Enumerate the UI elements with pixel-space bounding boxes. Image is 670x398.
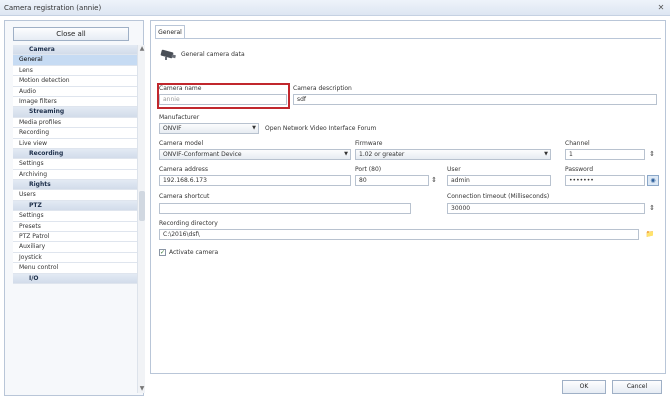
folder-browse-icon[interactable]: 📁 [643, 229, 657, 240]
manufacturer-label: Manufacturer [159, 114, 200, 121]
activate-camera-checkbox[interactable]: ✓ [159, 249, 166, 256]
title-bar: Camera registration (annie) ✕ [0, 0, 670, 16]
recording-directory-label: Recording directory [159, 220, 218, 227]
camera-icon [160, 49, 176, 60]
channel-stepper-icon[interactable]: ⇕ [648, 149, 656, 160]
sidebar-section-header[interactable]: Recording [13, 148, 137, 160]
firmware-select[interactable]: 1.02 or greater ▼ [355, 149, 551, 160]
sidebar-item[interactable]: Joystick [13, 252, 137, 264]
sidebar-section-header[interactable]: Rights [13, 180, 137, 191]
scroll-down-icon[interactable]: ▼ [138, 385, 146, 393]
manufacturer-value: ONVIF [163, 125, 182, 132]
chevron-down-icon: ▼ [544, 151, 548, 157]
section-title: General camera data [181, 51, 245, 58]
sidebar-section-header[interactable]: Camera [13, 45, 137, 56]
sidebar-item[interactable]: General [13, 55, 137, 66]
timeout-label: Connection timeout (Milliseconds) [447, 193, 550, 200]
camera-address-field[interactable]: 192.168.6.173 [159, 175, 351, 186]
sidebar-item[interactable]: Archiving [13, 169, 137, 181]
user-label: User [447, 166, 461, 173]
cancel-button[interactable]: Cancel [612, 380, 662, 394]
sidebar-item[interactable]: Users [13, 190, 137, 201]
shortcut-label: Camera shortcut [159, 193, 210, 200]
sidebar-item[interactable]: Motion detection [13, 76, 137, 87]
port-stepper-icon[interactable]: ⇕ [430, 175, 438, 186]
sidebar-item[interactable]: Image filters [13, 96, 137, 108]
sidebar-section-header[interactable]: PTZ [13, 200, 137, 212]
sidebar-panel: Close all Camera General Lens Motion detect… [4, 20, 145, 396]
camera-address-label: Camera address [159, 166, 209, 173]
settings-panel: General General camera data Camera name … [150, 20, 666, 374]
window-title: Camera registration (annie) [4, 4, 102, 12]
activate-camera-label: Activate camera [169, 249, 219, 256]
scroll-thumb[interactable] [139, 191, 145, 221]
sidebar-item[interactable]: Auxiliary [13, 242, 137, 253]
camera-description-field[interactable]: sdf [293, 94, 657, 105]
timeout-stepper-icon[interactable]: ⇕ [648, 203, 656, 214]
camera-model-value: ONVIF-Conformant Device [163, 151, 242, 158]
chevron-down-icon: ▼ [344, 151, 348, 157]
sidebar-list: Camera General Lens Motion detection Audio Im… [13, 45, 137, 284]
sidebar-item[interactable]: Recording [13, 128, 137, 139]
firmware-value: 1.02 or greater [359, 151, 405, 158]
channel-field[interactable]: 1 [565, 149, 645, 160]
camera-model-label: Camera model [159, 140, 204, 147]
scroll-up-icon[interactable]: ▲ [138, 45, 146, 53]
show-password-icon[interactable]: ◉ [647, 175, 659, 186]
timeout-field[interactable]: 30000 [447, 203, 645, 214]
firmware-label: Firmware [355, 140, 383, 147]
sidebar-item[interactable]: Lens [13, 65, 137, 77]
sidebar-section-header[interactable]: Streaming [13, 107, 137, 118]
chevron-down-icon: ▼ [252, 125, 256, 131]
port-field[interactable]: 80 [355, 175, 429, 186]
channel-label: Channel [565, 140, 590, 147]
port-label: Port (80) [355, 166, 382, 173]
tab-divider [155, 38, 661, 39]
user-field[interactable]: admin [447, 175, 551, 186]
tab-general[interactable]: General [155, 25, 185, 39]
password-label: Password [565, 166, 594, 173]
sidebar-scrollbar[interactable]: ▲ ▼ [137, 45, 145, 393]
sidebar-item[interactable]: Audio [13, 86, 137, 97]
sidebar-item[interactable]: Menu control [13, 263, 137, 274]
close-icon[interactable]: ✕ [656, 3, 666, 13]
camera-model-select[interactable]: ONVIF-Conformant Device ▼ [159, 149, 351, 160]
sidebar-item[interactable]: Presets [13, 221, 137, 233]
manufacturer-description: Open Network Video Interface Forum [265, 125, 377, 132]
camera-description-label: Camera description [293, 85, 352, 92]
password-field[interactable]: ••••••• [565, 175, 645, 186]
manufacturer-select[interactable]: ONVIF ▼ [159, 123, 259, 134]
recording-directory-field[interactable]: C:\2016\dsf\ [159, 229, 639, 240]
shortcut-field[interactable] [159, 203, 411, 214]
sidebar-item[interactable]: Live view [13, 138, 137, 149]
sidebar-item[interactable]: Settings [13, 159, 137, 170]
sidebar-item[interactable]: Media profiles [13, 117, 137, 129]
close-all-button[interactable]: Close all [13, 27, 129, 41]
sidebar-item[interactable]: Settings [13, 211, 137, 222]
ok-button[interactable]: OK [562, 380, 606, 394]
sidebar-section-header[interactable]: I/O [13, 273, 137, 284]
camera-name-highlight [157, 83, 290, 109]
sidebar-item[interactable]: PTZ Patrol [13, 232, 137, 243]
